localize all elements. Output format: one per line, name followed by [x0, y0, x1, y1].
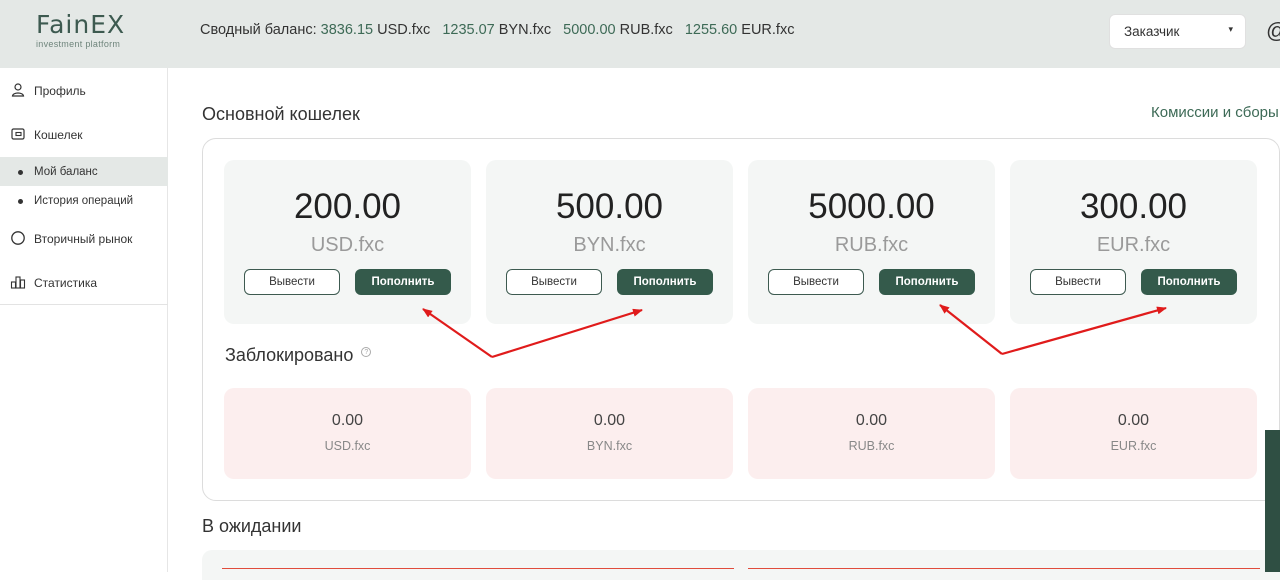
bullet-icon [18, 199, 23, 204]
logo-subtitle: investment platform [36, 39, 121, 49]
sidebar-item-label: Статистика [34, 276, 98, 290]
sidebar-item-history[interactable]: История операций [0, 186, 168, 215]
sidebar-item-label: История операций [34, 195, 134, 207]
person-icon [11, 83, 25, 97]
blocked-currency: RUB.fxc [848, 439, 895, 453]
summary-balance: Сводный баланс: 3836.15 USD.fxc 1235.07 … [200, 22, 802, 38]
balance-amount: 3836.15 [320, 22, 374, 38]
blocked-amount: 0.00 [331, 412, 364, 429]
balance-card-eur: 300.00 EUR.fxc Вывести Пополнить [1010, 160, 1257, 324]
bar-chart-icon [10, 276, 26, 289]
blocked-currency: USD.fxc [324, 439, 371, 453]
sidebar: Профиль Кошелек Мой баланс История опера… [0, 68, 168, 572]
blocked-title: Заблокировано? [225, 345, 372, 366]
sidebar-item-secondary-market[interactable]: Вторичный рынок [0, 224, 168, 254]
blocked-card-eur: 0.00 EUR.fxc [1010, 388, 1257, 479]
sidebar-item-label: Профиль [34, 84, 86, 98]
card-amount: 500.00 [555, 187, 664, 226]
side-widget-tab[interactable] [1265, 430, 1280, 572]
pending-card-edge [748, 568, 1260, 572]
balance-amount: 1235.07 [442, 22, 495, 38]
balance-amount: 5000.00 [563, 22, 616, 38]
blocked-amount: 0.00 [1117, 412, 1150, 429]
blocked-currency: EUR.fxc [1110, 439, 1157, 453]
blocked-amount: 0.00 [593, 412, 626, 429]
blocked-card-byn: 0.00 BYN.fxc [486, 388, 733, 479]
card-currency: EUR.fxc [1096, 234, 1171, 256]
user-icon[interactable]: @ [1266, 18, 1280, 44]
balance-currency: BYN.fxc [498, 22, 552, 38]
blocked-currency: BYN.fxc [586, 439, 633, 453]
card-currency: USD.fxc [310, 234, 385, 256]
pending-card-edge [222, 568, 734, 572]
deposit-button[interactable]: Пополнить [355, 269, 451, 295]
top-header: FainEX investment platform Сводный балан… [0, 0, 1280, 68]
sidebar-item-label: Кошелек [34, 128, 83, 142]
balance-currency: USD.fxc [377, 22, 431, 38]
pending-title: В ожидании [202, 516, 302, 536]
card-amount: 5000.00 [808, 187, 935, 226]
fees-link[interactable]: Комиссии и сборы [1151, 104, 1279, 121]
withdraw-button[interactable]: Вывести [1030, 269, 1126, 295]
blocked-card-usd: 0.00 USD.fxc [224, 388, 471, 479]
deposit-button[interactable]: Пополнить [879, 269, 975, 295]
blocked-title-text: Заблокировано [225, 345, 354, 365]
withdraw-button[interactable]: Вывести [506, 269, 602, 295]
card-currency: BYN.fxc [573, 234, 646, 256]
balance-card-rub: 5000.00 RUB.fxc Вывести Пополнить [748, 160, 995, 324]
blocked-amount: 0.00 [855, 412, 888, 429]
wallet-icon [11, 128, 25, 140]
sidebar-item-statistics[interactable]: Статистика [0, 268, 168, 298]
sidebar-item-label: Вторичный рынок [34, 232, 133, 246]
sidebar-item-label: Мой баланс [34, 166, 98, 178]
balance-currency: RUB.fxc [619, 22, 673, 38]
card-amount: 300.00 [1079, 187, 1188, 226]
role-select-value: Заказчик [1124, 24, 1180, 39]
role-select[interactable]: Заказчик ▾ [1109, 14, 1246, 49]
circle-icon [11, 231, 25, 245]
summary-balance-label: Сводный баланс: [200, 22, 317, 38]
deposit-button[interactable]: Пополнить [1141, 269, 1237, 295]
wallet-title: Основной кошелек [202, 104, 360, 124]
sidebar-divider [0, 304, 168, 305]
bullet-icon [18, 170, 23, 175]
card-currency: RUB.fxc [834, 234, 909, 256]
balance-card-byn: 500.00 BYN.fxc Вывести Пополнить [486, 160, 733, 324]
balance-currency: EUR.fxc [741, 22, 795, 38]
sidebar-item-profile[interactable]: Профиль [0, 76, 168, 106]
logo-title: FainEX [36, 10, 126, 39]
withdraw-button[interactable]: Вывести [768, 269, 864, 295]
deposit-button[interactable]: Пополнить [617, 269, 713, 295]
chevron-down-icon: ▾ [1228, 24, 1233, 34]
card-amount: 200.00 [293, 187, 402, 226]
balance-card-usd: 200.00 USD.fxc Вывести Пополнить [224, 160, 471, 324]
help-icon[interactable]: ? [361, 347, 372, 357]
blocked-card-rub: 0.00 RUB.fxc [748, 388, 995, 479]
logo[interactable]: FainEX investment platform [36, 10, 136, 50]
pending-panel [202, 550, 1280, 580]
sidebar-item-my-balance[interactable]: Мой баланс [0, 157, 168, 186]
sidebar-item-wallet[interactable]: Кошелек [0, 120, 168, 150]
withdraw-button[interactable]: Вывести [244, 269, 340, 295]
balance-amount: 1255.60 [684, 22, 738, 38]
